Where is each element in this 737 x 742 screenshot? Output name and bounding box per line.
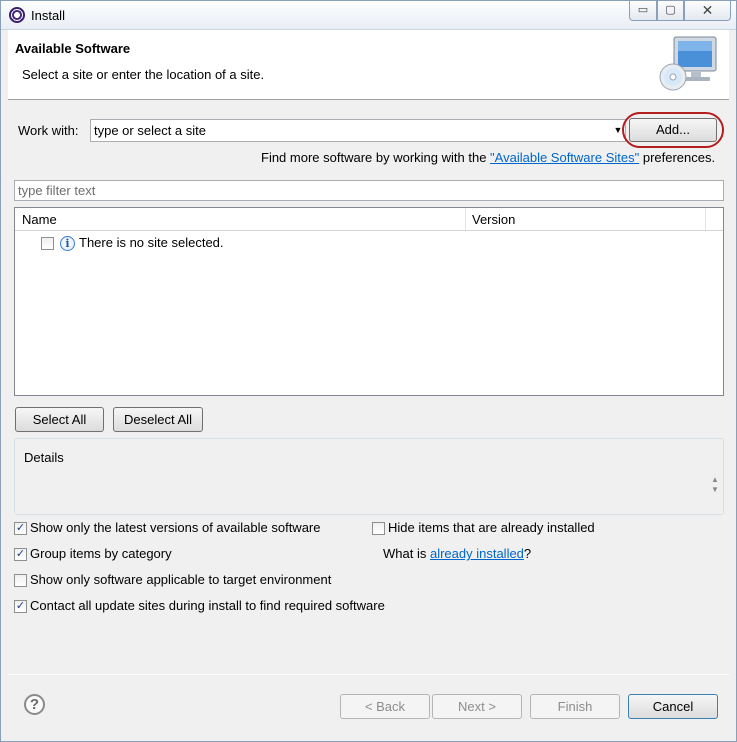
work-with-combo[interactable]: type or select a site ▼ bbox=[90, 119, 626, 142]
tree-header: Name Version bbox=[15, 208, 723, 231]
maximize-button[interactable]: ▢ bbox=[657, 1, 684, 21]
target-environment-checkbox[interactable] bbox=[14, 574, 27, 587]
row-checkbox[interactable] bbox=[41, 237, 54, 250]
back-button[interactable]: < Back bbox=[340, 694, 430, 719]
close-button[interactable]: ✕ bbox=[684, 1, 731, 21]
find-more-text: Find more software by working with the "… bbox=[261, 150, 715, 165]
details-scroll-control[interactable]: ▲ ▼ bbox=[710, 475, 720, 497]
what-is-prefix: What is bbox=[383, 546, 430, 561]
wizard-header: Available Software Select a site or ente… bbox=[8, 30, 729, 100]
work-with-label: Work with: bbox=[18, 123, 79, 138]
scroll-up-icon[interactable]: ▲ bbox=[710, 475, 720, 485]
target-environment-label[interactable]: Show only software applicable to target … bbox=[30, 572, 331, 587]
computer-cd-icon bbox=[659, 36, 717, 91]
contact-update-sites-label[interactable]: Contact all update sites during install … bbox=[30, 598, 385, 613]
page-description: Select a site or enter the location of a… bbox=[22, 67, 265, 82]
latest-versions-label[interactable]: Show only the latest versions of availab… bbox=[30, 520, 321, 535]
page-title: Available Software bbox=[15, 41, 131, 56]
find-more-suffix: preferences. bbox=[639, 150, 716, 165]
already-installed-link[interactable]: already installed bbox=[430, 546, 524, 561]
install-dialog: Install ▭ ▢ ✕ Available Software Select … bbox=[0, 0, 737, 742]
window-title: Install bbox=[31, 8, 65, 23]
column-divider[interactable] bbox=[705, 208, 706, 230]
column-version[interactable]: Version bbox=[472, 212, 515, 227]
find-more-prefix: Find more software by working with the bbox=[261, 150, 491, 165]
details-title: Details bbox=[23, 450, 65, 465]
row-text: There is no site selected. bbox=[79, 235, 224, 250]
what-is-installed-text: What is already installed? bbox=[383, 546, 531, 561]
filter-placeholder: type filter text bbox=[18, 183, 96, 198]
contact-update-sites-checkbox[interactable] bbox=[14, 599, 27, 613]
filter-input[interactable]: type filter text bbox=[14, 180, 724, 201]
hide-installed-checkbox[interactable] bbox=[372, 522, 385, 535]
title-bar: Install ▭ ▢ ✕ bbox=[1, 1, 736, 30]
select-all-button[interactable]: Select All bbox=[15, 407, 104, 432]
add-button[interactable]: Add... bbox=[629, 118, 717, 142]
group-by-category-checkbox[interactable] bbox=[14, 547, 27, 561]
info-icon: i bbox=[60, 236, 75, 251]
hide-installed-label[interactable]: Hide items that are already installed bbox=[388, 520, 595, 535]
latest-versions-checkbox[interactable] bbox=[14, 521, 27, 535]
finish-button[interactable]: Finish bbox=[530, 694, 620, 719]
help-icon[interactable]: ? bbox=[24, 694, 45, 715]
next-button[interactable]: Next > bbox=[432, 694, 522, 719]
cancel-button[interactable]: Cancel bbox=[628, 694, 718, 719]
column-name[interactable]: Name bbox=[22, 212, 57, 227]
work-with-value: type or select a site bbox=[94, 123, 206, 138]
wizard-body: Work with: type or select a site ▼ Add..… bbox=[8, 101, 729, 675]
footer-divider bbox=[8, 674, 729, 675]
software-tree[interactable]: Name Version i There is no site selected… bbox=[14, 207, 724, 396]
tree-row[interactable]: i There is no site selected. bbox=[15, 233, 723, 253]
eclipse-app-icon bbox=[9, 7, 25, 23]
what-is-suffix: ? bbox=[523, 546, 532, 561]
scroll-down-icon[interactable]: ▼ bbox=[710, 485, 720, 495]
group-by-category-label[interactable]: Group items by category bbox=[30, 546, 172, 561]
deselect-all-button[interactable]: Deselect All bbox=[113, 407, 203, 432]
available-software-sites-link[interactable]: "Available Software Sites" bbox=[490, 150, 639, 165]
column-divider[interactable] bbox=[465, 208, 466, 230]
details-text-area[interactable]: ▲ ▼ bbox=[15, 462, 723, 514]
details-group: ▲ ▼ Details bbox=[14, 438, 724, 515]
minimize-button[interactable]: ▭ bbox=[629, 1, 657, 21]
